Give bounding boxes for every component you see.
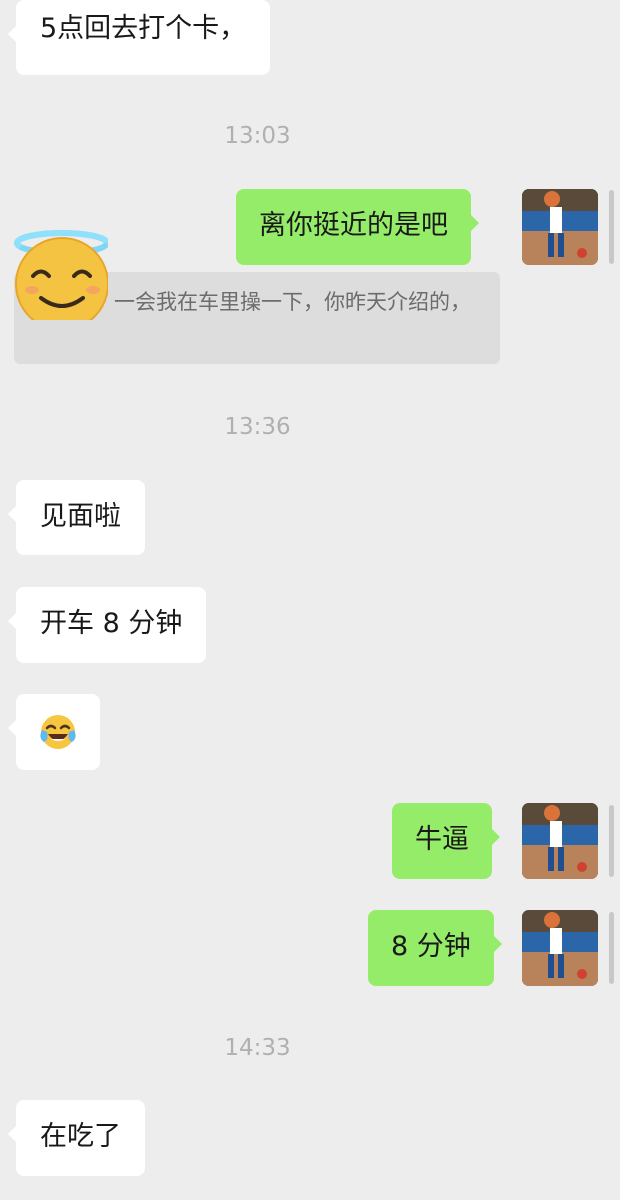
incoming-message[interactable] [8,694,100,770]
message-text: 8 分钟 [391,931,471,962]
basketball-dunk-avatar-icon [522,910,598,986]
smiling-face-with-halo-icon [8,230,108,320]
timestamp: 14:33 [224,1035,291,1061]
incoming-message[interactable]: 5点回去打个卡， [7,0,271,75]
scrollbar[interactable] [609,805,614,877]
incoming-message[interactable]: 见面啦 [8,480,145,555]
timestamp: 13:03 [224,123,291,149]
incoming-message[interactable]: 在吃了 [8,1100,145,1176]
incoming-message[interactable]: 开车 8 分钟 [7,587,207,663]
message-text: 牛逼 [415,824,469,855]
message-text: 开车 8 分钟 [40,608,183,639]
basketball-dunk-avatar-icon [522,189,598,265]
basketball-dunk-avatar-icon [522,803,598,879]
outgoing-message[interactable]: 8 分钟 [368,910,502,986]
outgoing-message[interactable]: 离你挺近的是吧 [236,189,479,265]
message-text: 离你挺近的是吧 [259,210,448,241]
avatar[interactable] [522,189,598,265]
scrollbar[interactable] [609,190,614,264]
face-with-tears-of-joy-icon [38,712,78,752]
message-text: 5点回去打个卡， [40,13,247,44]
message-text: 在吃了 [40,1121,121,1152]
quote-text: 一会我在车里操一下，你昨天介绍的， [114,290,471,314]
avatar[interactable] [522,910,598,986]
scrollbar[interactable] [609,912,614,984]
timestamp: 13:36 [224,414,291,440]
outgoing-message[interactable]: 牛逼 [392,803,500,879]
avatar[interactable] [522,803,598,879]
message-text: 见面啦 [40,501,121,532]
